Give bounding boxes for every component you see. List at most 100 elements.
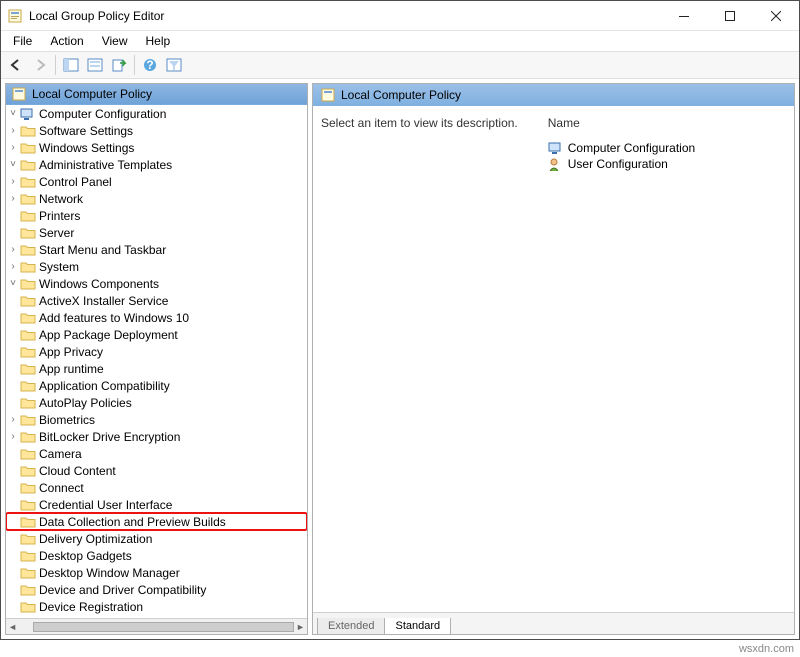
tree-item-label: Connect xyxy=(39,481,90,495)
expand-icon[interactable]: › xyxy=(6,125,20,136)
folder-icon xyxy=(20,447,36,461)
expand-icon[interactable]: ˅ xyxy=(6,278,20,289)
tree-item-label: System xyxy=(39,260,85,274)
list-item[interactable]: Computer Configuration xyxy=(548,140,695,156)
back-button[interactable] xyxy=(5,54,27,76)
list-item[interactable]: User Configuration xyxy=(548,156,695,172)
show-tree-button[interactable] xyxy=(60,54,82,76)
list-item-label: Computer Configuration xyxy=(568,141,695,155)
svg-text:?: ? xyxy=(146,58,153,72)
tree-item-label: Cloud Content xyxy=(39,464,122,478)
folder-icon xyxy=(20,192,36,206)
tree-item[interactable]: Connect xyxy=(6,479,307,496)
tree-hscroll[interactable]: ◄ ► xyxy=(6,618,307,634)
maximize-button[interactable] xyxy=(707,1,753,31)
tree-windows-components[interactable]: ˅ Windows Components xyxy=(6,275,307,292)
close-button[interactable] xyxy=(753,1,799,31)
tree-admin-templates[interactable]: ˅ Administrative Templates xyxy=(6,156,307,173)
expand-icon[interactable]: › xyxy=(6,244,20,255)
tree-item-label: BitLocker Drive Encryption xyxy=(39,430,186,444)
tree-item[interactable]: Device and Driver Compatibility xyxy=(6,581,307,598)
tree-item[interactable]: Desktop Window Manager xyxy=(6,564,307,581)
folder-icon xyxy=(20,175,36,189)
folder-icon xyxy=(20,226,36,240)
watermark: wsxdn.com xyxy=(739,643,794,655)
tree-item[interactable]: Desktop Gadgets xyxy=(6,547,307,564)
tree-item[interactable]: Application Compatibility xyxy=(6,377,307,394)
folder-icon xyxy=(20,549,36,563)
tree-server[interactable]: Server xyxy=(6,224,307,241)
tree-item[interactable]: ›Biometrics xyxy=(6,411,307,428)
expand-icon[interactable]: ˅ xyxy=(6,108,20,119)
help-button[interactable]: ? xyxy=(139,54,161,76)
tree-item-label: Delivery Optimization xyxy=(39,532,158,546)
tree-item-label: Administrative Templates xyxy=(39,158,178,172)
tree-item[interactable]: Digital Locker xyxy=(6,615,307,618)
tree-item-label: Add features to Windows 10 xyxy=(39,311,195,325)
folder-icon xyxy=(20,617,36,619)
tree-item-label: Windows Components xyxy=(39,277,165,291)
minimize-button[interactable] xyxy=(661,1,707,31)
tree-item[interactable]: Credential User Interface xyxy=(6,496,307,513)
tree-item-label: Start Menu and Taskbar xyxy=(39,243,172,257)
tree-item[interactable]: App Privacy xyxy=(6,343,307,360)
tree-item[interactable]: AutoPlay Policies xyxy=(6,394,307,411)
tree-printers[interactable]: Printers xyxy=(6,207,307,224)
export-button[interactable] xyxy=(108,54,130,76)
menu-file[interactable]: File xyxy=(5,32,40,50)
user-config-icon xyxy=(548,157,564,171)
properties-button[interactable] xyxy=(84,54,106,76)
tree-item-label: App runtime xyxy=(39,362,110,376)
tree-scroll[interactable]: ˅Computer Configuration›Software Setting… xyxy=(6,105,307,618)
tree-item[interactable]: Delivery Optimization xyxy=(6,530,307,547)
column-header-name[interactable]: Name xyxy=(548,116,695,140)
tree-item-label: Server xyxy=(39,226,80,240)
tree-item-label: ActiveX Installer Service xyxy=(39,294,174,308)
titlebar: Local Group Policy Editor xyxy=(1,1,799,31)
tree-item[interactable]: Data Collection and Preview Builds xyxy=(6,513,307,530)
tree-pane: Local Computer Policy ˅Computer Configur… xyxy=(5,83,308,635)
tree-network[interactable]: ›Network xyxy=(6,190,307,207)
expand-icon[interactable]: › xyxy=(6,176,20,187)
tab-extended[interactable]: Extended xyxy=(317,618,385,635)
menu-help[interactable]: Help xyxy=(138,32,179,50)
tree-system[interactable]: › System xyxy=(6,258,307,275)
tree-item[interactable]: Camera xyxy=(6,445,307,462)
details-pane: Local Computer Policy Select an item to … xyxy=(312,83,795,635)
expand-icon[interactable]: › xyxy=(6,261,20,272)
folder-icon xyxy=(20,464,36,478)
tree-item[interactable]: Device Registration xyxy=(6,598,307,615)
folder-icon xyxy=(20,328,36,342)
folder-icon xyxy=(20,430,36,444)
tree-item-label: Device Registration xyxy=(39,600,149,614)
tree-control-panel[interactable]: ›Control Panel xyxy=(6,173,307,190)
tree-computer-configuration[interactable]: ˅Computer Configuration xyxy=(6,105,307,122)
menu-action[interactable]: Action xyxy=(42,32,91,50)
expand-icon[interactable]: ˅ xyxy=(6,159,20,170)
tree-header[interactable]: Local Computer Policy xyxy=(6,84,307,105)
tree-start-menu[interactable]: › Start Menu and Taskbar xyxy=(6,241,307,258)
filter-button[interactable] xyxy=(163,54,185,76)
expand-icon[interactable]: › xyxy=(6,431,20,442)
folder-icon xyxy=(20,158,36,172)
tree-item[interactable]: ActiveX Installer Service xyxy=(6,292,307,309)
expand-icon[interactable]: › xyxy=(6,193,20,204)
tree-windows-settings[interactable]: ›Windows Settings xyxy=(6,139,307,156)
scroll-right-icon[interactable]: ► xyxy=(294,622,307,632)
tree-item[interactable]: › BitLocker Drive Encryption xyxy=(6,428,307,445)
folder-icon xyxy=(20,498,36,512)
tree-item[interactable]: Cloud Content xyxy=(6,462,307,479)
tree-item[interactable]: App runtime xyxy=(6,360,307,377)
forward-button[interactable] xyxy=(29,54,51,76)
tree-software-settings[interactable]: ›Software Settings xyxy=(6,122,307,139)
scroll-left-icon[interactable]: ◄ xyxy=(6,622,19,632)
details-title: Local Computer Policy xyxy=(341,88,461,102)
folder-icon xyxy=(20,515,36,529)
scroll-thumb[interactable] xyxy=(33,622,294,632)
tree-item[interactable]: App Package Deployment xyxy=(6,326,307,343)
tree-item[interactable]: Add features to Windows 10 xyxy=(6,309,307,326)
menu-view[interactable]: View xyxy=(94,32,136,50)
expand-icon[interactable]: › xyxy=(6,142,20,153)
tab-standard[interactable]: Standard xyxy=(384,618,451,635)
expand-icon[interactable]: › xyxy=(6,414,20,425)
